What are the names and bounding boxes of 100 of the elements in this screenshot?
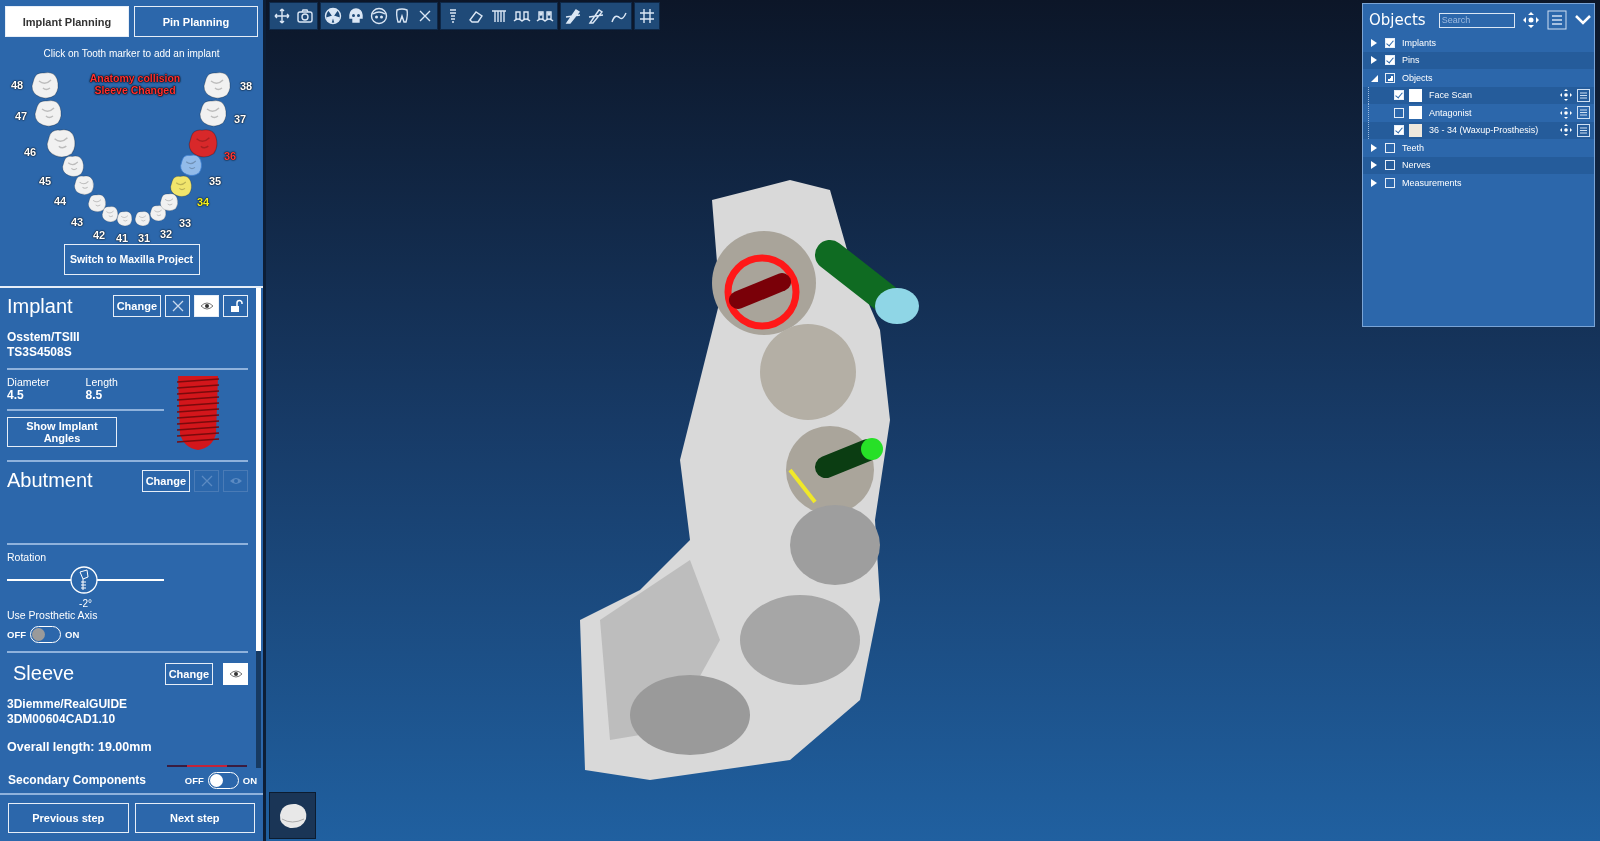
rotation-slider[interactable] bbox=[7, 565, 164, 595]
color-swatch[interactable] bbox=[1409, 106, 1422, 120]
tooth-marker[interactable] bbox=[202, 70, 232, 100]
tooth-number: 41 bbox=[116, 232, 129, 244]
tooth-marker[interactable] bbox=[187, 127, 219, 159]
move-icon[interactable] bbox=[1559, 123, 1573, 138]
scrollbar[interactable] bbox=[256, 287, 261, 768]
tooth-number: 32 bbox=[160, 228, 173, 240]
collapsed-arrow-icon[interactable] bbox=[1370, 161, 1378, 170]
tooth-number: 33 bbox=[179, 217, 192, 229]
diameter-label: Diameter bbox=[7, 376, 50, 389]
group-row[interactable]: Teeth bbox=[1363, 139, 1594, 157]
implant-code: TS3S4508S bbox=[7, 345, 73, 361]
tab[interactable]: Pin Planning bbox=[134, 6, 258, 37]
tooth-number: 38 bbox=[240, 80, 253, 92]
close-icon bbox=[170, 299, 185, 314]
checkbox[interactable] bbox=[1385, 55, 1395, 66]
menu-icon[interactable] bbox=[1577, 88, 1590, 102]
step-button[interactable]: Next step bbox=[134, 803, 255, 833]
object-label: Antagonist bbox=[1429, 107, 1472, 118]
collapsed-arrow-icon[interactable] bbox=[1370, 56, 1378, 65]
group-row[interactable]: Implants bbox=[1363, 34, 1594, 52]
group-row[interactable]: Pins bbox=[1363, 51, 1594, 69]
off-label: OFF bbox=[7, 628, 26, 640]
menu-icon[interactable] bbox=[1546, 10, 1567, 30]
eye-button[interactable] bbox=[223, 662, 248, 685]
search-field[interactable]: Search bbox=[1438, 12, 1515, 28]
color-swatch[interactable] bbox=[1409, 88, 1422, 102]
length-label: Length bbox=[85, 376, 118, 389]
on-label: ON bbox=[65, 628, 80, 640]
axis-label: Use Prosthetic Axis bbox=[7, 608, 99, 621]
change-button[interactable]: Change bbox=[164, 662, 213, 685]
face-icon[interactable] bbox=[369, 5, 389, 27]
move-icon[interactable] bbox=[1559, 105, 1573, 120]
checkbox[interactable] bbox=[1394, 125, 1404, 136]
implant-screw-icon bbox=[176, 374, 220, 453]
group-row[interactable]: Measurements bbox=[1363, 174, 1594, 192]
checkbox[interactable] bbox=[1394, 107, 1404, 118]
secondary-label: Secondary Components bbox=[8, 772, 147, 788]
group-row[interactable]: Nerves bbox=[1363, 156, 1594, 174]
group-label: Nerves bbox=[1402, 160, 1431, 171]
object-row[interactable]: 36 - 34 (Waxup-Prosthesis) bbox=[1363, 121, 1594, 139]
tooth-number: 45 bbox=[39, 175, 52, 187]
tooth-number: 34 bbox=[197, 196, 210, 208]
length-value: 8.5 bbox=[85, 388, 104, 403]
padlock-icon bbox=[228, 299, 243, 314]
tooth-number: 42 bbox=[93, 229, 106, 241]
move-icon[interactable] bbox=[1521, 11, 1540, 29]
head-view-button[interactable] bbox=[269, 792, 316, 839]
group-label: Teeth bbox=[1402, 142, 1425, 153]
group-label: Measurements bbox=[1402, 177, 1462, 188]
tooth-number: 37 bbox=[234, 113, 247, 125]
menu-icon[interactable] bbox=[1577, 106, 1590, 120]
angles-button[interactable]: Show Implant Angles bbox=[7, 417, 117, 448]
tooth-number: 44 bbox=[54, 195, 67, 207]
tooth-number: 48 bbox=[11, 79, 24, 91]
sleeve-code: 3DM00604CAD1.10 bbox=[7, 712, 117, 728]
tab[interactable]: Implant Planning bbox=[5, 6, 129, 37]
group-label: Objects bbox=[1402, 72, 1433, 83]
rotation-label: Rotation bbox=[7, 551, 48, 564]
section-title: Implant bbox=[7, 294, 73, 318]
object-row[interactable]: Face Scan bbox=[1363, 86, 1594, 104]
object-row[interactable]: Antagonist bbox=[1363, 104, 1594, 122]
tooth-marker[interactable] bbox=[179, 153, 203, 177]
rotation-reading: -2° bbox=[78, 597, 93, 609]
implant-brand: Osstem/TSIII bbox=[7, 330, 81, 346]
change-button[interactable]: Change bbox=[112, 295, 161, 318]
section-title: Sleeve bbox=[13, 662, 75, 686]
lock-button[interactable] bbox=[223, 295, 248, 318]
color-swatch[interactable] bbox=[1409, 123, 1422, 137]
tooth-marker[interactable] bbox=[33, 98, 63, 128]
close-icon bbox=[199, 473, 214, 488]
tooth-marker[interactable] bbox=[45, 127, 77, 159]
collapsed-arrow-icon[interactable] bbox=[1370, 178, 1378, 187]
move-icon[interactable] bbox=[1559, 88, 1573, 103]
collapsed-arrow-icon[interactable] bbox=[1370, 38, 1378, 47]
tooth-marker[interactable] bbox=[198, 98, 228, 128]
tooth-number: 31 bbox=[138, 232, 151, 244]
tooth-marker[interactable] bbox=[30, 70, 60, 100]
eye-icon bbox=[228, 475, 243, 486]
radiation-icon[interactable] bbox=[323, 5, 343, 27]
collapsed-arrow-icon[interactable] bbox=[1370, 143, 1378, 152]
step-button[interactable]: Previous step bbox=[8, 803, 129, 833]
eye-icon bbox=[199, 301, 214, 312]
tooth-number: 46 bbox=[24, 146, 37, 158]
diameter-value: 4.5 bbox=[7, 388, 25, 403]
checkbox[interactable] bbox=[1385, 177, 1395, 188]
menu-icon[interactable] bbox=[1577, 123, 1590, 137]
checkbox[interactable] bbox=[1385, 37, 1395, 48]
overall-length: Overall length: 19.00mm bbox=[7, 740, 153, 756]
panel-title: Objects bbox=[1369, 11, 1426, 29]
object-label: Face Scan bbox=[1429, 90, 1473, 101]
checkbox[interactable] bbox=[1385, 160, 1395, 171]
switch-button[interactable]: Switch to Maxilla Project bbox=[63, 243, 200, 275]
group-row[interactable]: Objects bbox=[1363, 69, 1594, 87]
expanded-arrow-icon[interactable] bbox=[1370, 73, 1378, 82]
checkbox[interactable] bbox=[1385, 142, 1395, 153]
checkbox[interactable] bbox=[1394, 90, 1404, 101]
group-label: Implants bbox=[1402, 37, 1436, 48]
tooth-number: 43 bbox=[71, 216, 84, 228]
